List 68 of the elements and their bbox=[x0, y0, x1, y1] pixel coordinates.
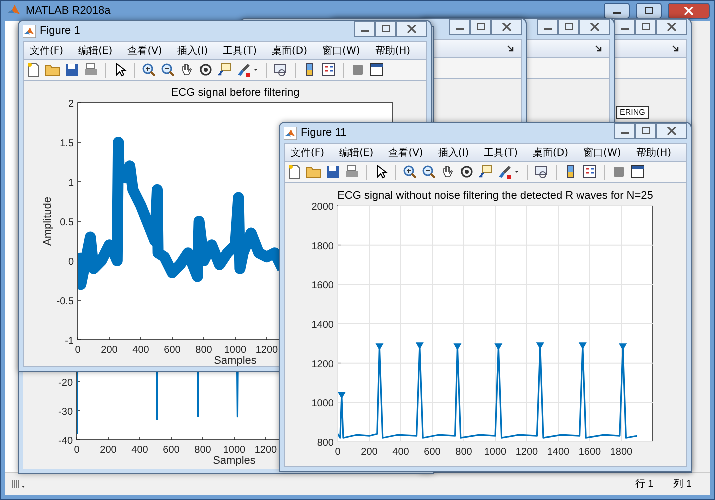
tick-label: 1400 bbox=[312, 320, 334, 331]
tick-label: 1.5 bbox=[60, 138, 74, 150]
tick-label: 800 bbox=[456, 447, 472, 458]
tick-label: 600 bbox=[424, 447, 441, 458]
menu-item[interactable]: 编辑(E) bbox=[340, 146, 374, 160]
menu-item[interactable]: 窗口(W) bbox=[584, 146, 622, 160]
tick-label: 1200 bbox=[312, 359, 334, 370]
tick-label: 1800 bbox=[312, 241, 334, 252]
tick-label: 600 bbox=[163, 445, 180, 456]
panel-button[interactable]: ERING bbox=[616, 106, 650, 119]
tick-label: 1600 bbox=[312, 280, 334, 292]
menu-item[interactable]: 帮助(H) bbox=[636, 146, 672, 160]
menu-item[interactable]: 查看(V) bbox=[128, 44, 162, 58]
tick-label: 400 bbox=[132, 445, 148, 456]
window-title: MATLAB R2018a bbox=[26, 5, 111, 17]
axis-label: Amplitude bbox=[42, 197, 54, 246]
tick-label: 800 bbox=[196, 345, 212, 356]
tick-label: 400 bbox=[132, 345, 150, 356]
tick-label: 1000 bbox=[224, 345, 247, 356]
tick-label: 0 bbox=[75, 345, 81, 356]
tick-label: 200 bbox=[100, 445, 117, 456]
menu-item[interactable]: 桌面(D) bbox=[533, 146, 569, 160]
tick-label: 0 bbox=[74, 445, 80, 456]
tick-label: 200 bbox=[101, 345, 118, 356]
menu-item[interactable]: 插入(I) bbox=[438, 146, 470, 160]
window-title: Figure 1 bbox=[40, 25, 80, 37]
tick-label: 1400 bbox=[547, 447, 570, 458]
tick-label: 1000 bbox=[312, 398, 334, 410]
menu-item[interactable]: 工具(T) bbox=[223, 44, 258, 58]
chart-title: ECG signal without noise filtering the detected R waves for N=25 bbox=[338, 190, 654, 202]
tick-label: 1000 bbox=[223, 445, 246, 456]
tick-label: 2000 bbox=[312, 202, 334, 213]
tick-label: -30 bbox=[58, 407, 73, 418]
tick-label: 1200 bbox=[254, 445, 278, 456]
chart-title: ECG signal before filtering bbox=[171, 87, 300, 99]
menu-item[interactable]: 编辑(E) bbox=[78, 44, 113, 58]
menu-item[interactable]: 工具(T) bbox=[484, 146, 518, 160]
column-indicator: 列 1 bbox=[674, 478, 692, 491]
tick-label: 600 bbox=[164, 345, 181, 356]
menu-item[interactable]: 查看(V) bbox=[388, 146, 424, 160]
tick-label: 1600 bbox=[578, 447, 602, 458]
tick-label: 800 bbox=[317, 438, 334, 449]
menu-item[interactable]: 插入(I) bbox=[177, 44, 208, 58]
row-indicator: 行 1 bbox=[635, 478, 654, 491]
tick-label: 1200 bbox=[256, 345, 278, 356]
tick-label: 1000 bbox=[484, 447, 507, 458]
menu-item[interactable]: 文件(F) bbox=[291, 146, 325, 160]
tick-label: 2 bbox=[68, 99, 74, 110]
window-title: Figure 11 bbox=[301, 127, 347, 139]
tick-label: 0.5 bbox=[60, 218, 74, 228]
menu-item[interactable]: 桌面(D) bbox=[272, 44, 308, 58]
tick-label: 800 bbox=[194, 445, 212, 456]
tick-label: -1 bbox=[65, 336, 74, 347]
axis-label: Samples bbox=[214, 355, 257, 366]
tick-label: -20 bbox=[58, 378, 73, 389]
tick-label: 200 bbox=[361, 447, 378, 458]
menu-item[interactable]: 帮助(H) bbox=[375, 44, 411, 58]
tick-label: -40 bbox=[58, 436, 73, 447]
menu-item[interactable]: 文件(F) bbox=[30, 44, 64, 58]
tick-label: 400 bbox=[392, 447, 410, 458]
axis-label: Samples bbox=[213, 455, 256, 467]
tick-label: 1200 bbox=[516, 447, 538, 458]
tick-label: -0.5 bbox=[56, 296, 74, 308]
tick-label: 1 bbox=[68, 178, 74, 189]
tick-label: 1800 bbox=[610, 447, 633, 458]
tick-label: 0 bbox=[335, 447, 341, 458]
tick-label: 0 bbox=[68, 257, 74, 268]
menu-item[interactable]: 窗口(W) bbox=[322, 44, 360, 58]
